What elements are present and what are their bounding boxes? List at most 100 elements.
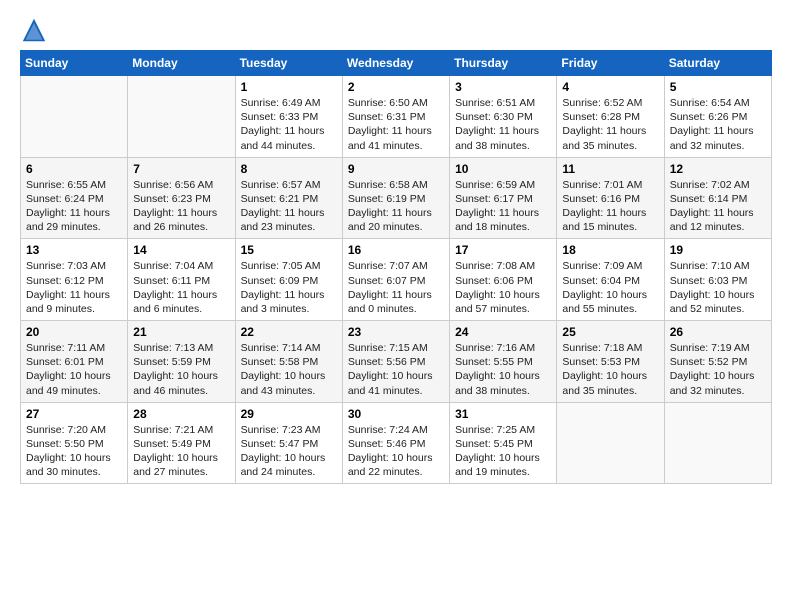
day-number: 18: [562, 243, 658, 257]
day-number: 31: [455, 407, 551, 421]
calendar-cell: 27 Sunrise: 7:20 AM Sunset: 5:50 PM Dayli…: [21, 402, 128, 484]
calendar-cell: 14 Sunrise: 7:04 AM Sunset: 6:11 PM Dayli…: [128, 239, 235, 321]
day-number: 12: [670, 162, 766, 176]
day-number: 14: [133, 243, 229, 257]
day-number: 25: [562, 325, 658, 339]
day-info: Sunrise: 7:20 AM Sunset: 5:50 PM Dayligh…: [26, 424, 111, 479]
calendar-cell: 18 Sunrise: 7:09 AM Sunset: 6:04 PM Dayli…: [557, 239, 664, 321]
calendar-cell: 23 Sunrise: 7:15 AM Sunset: 5:56 PM Dayli…: [342, 321, 449, 403]
calendar-cell: 10 Sunrise: 6:59 AM Sunset: 6:17 PM Dayli…: [450, 157, 557, 239]
day-number: 3: [455, 80, 551, 94]
day-info: Sunrise: 6:54 AM Sunset: 6:26 PM Dayligh…: [670, 97, 754, 152]
calendar-cell: 15 Sunrise: 7:05 AM Sunset: 6:09 PM Dayli…: [235, 239, 342, 321]
calendar-cell: 2Sunrise: 6:50 AM Sunset: 6:31 PM Daylig…: [342, 76, 449, 158]
calendar-cell: 26Sunrise: 7:19 AM Sunset: 5:52 PM Dayli…: [664, 321, 771, 403]
calendar-cell: 25 Sunrise: 7:18 AM Sunset: 5:53 PM Dayli…: [557, 321, 664, 403]
calendar-cell: 12 Sunrise: 7:02 AM Sunset: 6:14 PM Dayli…: [664, 157, 771, 239]
calendar-cell: 8 Sunrise: 6:57 AM Sunset: 6:21 PM Daylig…: [235, 157, 342, 239]
calendar-cell: 30Sunrise: 7:24 AM Sunset: 5:46 PM Dayli…: [342, 402, 449, 484]
day-info: Sunrise: 6:56 AM Sunset: 6:23 PM Dayligh…: [133, 179, 217, 234]
calendar-cell: 9 Sunrise: 6:58 AM Sunset: 6:19 PM Daylig…: [342, 157, 449, 239]
day-number: 22: [241, 325, 337, 339]
calendar-cell: 24 Sunrise: 7:16 AM Sunset: 5:55 PM Dayli…: [450, 321, 557, 403]
calendar-header-row: SundayMondayTuesdayWednesdayThursdayFrid…: [21, 51, 772, 76]
weekday-header: Sunday: [21, 51, 128, 76]
calendar-cell: [664, 402, 771, 484]
day-info: Sunrise: 7:25 AM Sunset: 5:45 PM Dayligh…: [455, 424, 540, 479]
day-number: 29: [241, 407, 337, 421]
calendar-cell: 3Sunrise: 6:51 AM Sunset: 6:30 PM Daylig…: [450, 76, 557, 158]
day-number: 4: [562, 80, 658, 94]
day-info: Sunrise: 7:05 AM Sunset: 6:09 PM Dayligh…: [241, 260, 325, 315]
calendar-cell: 29 Sunrise: 7:23 AM Sunset: 5:47 PM Dayli…: [235, 402, 342, 484]
day-number: 5: [670, 80, 766, 94]
day-info: Sunrise: 7:18 AM Sunset: 5:53 PM Dayligh…: [562, 342, 647, 397]
calendar-week-row: 6 Sunrise: 6:55 AM Sunset: 6:24 PM Daylig…: [21, 157, 772, 239]
page-container: SundayMondayTuesdayWednesdayThursdayFrid…: [0, 0, 792, 494]
calendar-week-row: 13Sunrise: 7:03 AM Sunset: 6:12 PM Dayli…: [21, 239, 772, 321]
day-info: Sunrise: 6:58 AM Sunset: 6:19 PM Dayligh…: [348, 179, 432, 234]
calendar-cell: 17 Sunrise: 7:08 AM Sunset: 6:06 PM Dayli…: [450, 239, 557, 321]
day-number: 11: [562, 162, 658, 176]
calendar-cell: 11Sunrise: 7:01 AM Sunset: 6:16 PM Dayli…: [557, 157, 664, 239]
day-info: Sunrise: 7:19 AM Sunset: 5:52 PM Dayligh…: [670, 342, 755, 397]
weekday-header: Friday: [557, 51, 664, 76]
day-info: Sunrise: 6:49 AM Sunset: 6:33 PM Dayligh…: [241, 97, 325, 152]
day-info: Sunrise: 6:57 AM Sunset: 6:21 PM Dayligh…: [241, 179, 325, 234]
day-number: 9: [348, 162, 444, 176]
calendar-cell: [128, 76, 235, 158]
day-number: 15: [241, 243, 337, 257]
calendar-cell: [557, 402, 664, 484]
day-info: Sunrise: 7:09 AM Sunset: 6:04 PM Dayligh…: [562, 260, 647, 315]
day-info: Sunrise: 7:16 AM Sunset: 5:55 PM Dayligh…: [455, 342, 540, 397]
day-number: 10: [455, 162, 551, 176]
logo-icon: [20, 16, 48, 44]
day-info: Sunrise: 7:24 AM Sunset: 5:46 PM Dayligh…: [348, 424, 433, 479]
day-info: Sunrise: 7:14 AM Sunset: 5:58 PM Dayligh…: [241, 342, 326, 397]
calendar-cell: 28 Sunrise: 7:21 AM Sunset: 5:49 PM Dayli…: [128, 402, 235, 484]
day-number: 1: [241, 80, 337, 94]
weekday-header: Thursday: [450, 51, 557, 76]
calendar-cell: 1 Sunrise: 6:49 AM Sunset: 6:33 PM Daylig…: [235, 76, 342, 158]
day-info: Sunrise: 7:21 AM Sunset: 5:49 PM Dayligh…: [133, 424, 218, 479]
calendar-cell: 5 Sunrise: 6:54 AM Sunset: 6:26 PM Daylig…: [664, 76, 771, 158]
day-number: 24: [455, 325, 551, 339]
calendar-cell: 19Sunrise: 7:10 AM Sunset: 6:03 PM Dayli…: [664, 239, 771, 321]
day-info: Sunrise: 7:07 AM Sunset: 6:07 PM Dayligh…: [348, 260, 432, 315]
weekday-header: Tuesday: [235, 51, 342, 76]
calendar-cell: 4 Sunrise: 6:52 AM Sunset: 6:28 PM Daylig…: [557, 76, 664, 158]
day-info: Sunrise: 7:15 AM Sunset: 5:56 PM Dayligh…: [348, 342, 433, 397]
calendar-week-row: 27 Sunrise: 7:20 AM Sunset: 5:50 PM Dayli…: [21, 402, 772, 484]
day-info: Sunrise: 7:23 AM Sunset: 5:47 PM Dayligh…: [241, 424, 326, 479]
day-info: Sunrise: 7:11 AM Sunset: 6:01 PM Dayligh…: [26, 342, 111, 397]
day-number: 2: [348, 80, 444, 94]
calendar-cell: 7 Sunrise: 6:56 AM Sunset: 6:23 PM Daylig…: [128, 157, 235, 239]
day-info: Sunrise: 6:55 AM Sunset: 6:24 PM Dayligh…: [26, 179, 110, 234]
calendar-cell: 21Sunrise: 7:13 AM Sunset: 5:59 PM Dayli…: [128, 321, 235, 403]
day-number: 6: [26, 162, 122, 176]
day-info: Sunrise: 7:03 AM Sunset: 6:12 PM Dayligh…: [26, 260, 110, 315]
day-info: Sunrise: 7:13 AM Sunset: 5:59 PM Dayligh…: [133, 342, 218, 397]
calendar-cell: 16 Sunrise: 7:07 AM Sunset: 6:07 PM Dayli…: [342, 239, 449, 321]
day-info: Sunrise: 7:08 AM Sunset: 6:06 PM Dayligh…: [455, 260, 540, 315]
logo: [20, 16, 52, 44]
day-number: 23: [348, 325, 444, 339]
day-number: 17: [455, 243, 551, 257]
day-number: 27: [26, 407, 122, 421]
day-info: Sunrise: 7:04 AM Sunset: 6:11 PM Dayligh…: [133, 260, 217, 315]
header: [20, 16, 772, 44]
weekday-header: Wednesday: [342, 51, 449, 76]
day-info: Sunrise: 7:02 AM Sunset: 6:14 PM Dayligh…: [670, 179, 754, 234]
calendar-cell: 22 Sunrise: 7:14 AM Sunset: 5:58 PM Dayli…: [235, 321, 342, 403]
weekday-header: Saturday: [664, 51, 771, 76]
calendar-cell: 31 Sunrise: 7:25 AM Sunset: 5:45 PM Dayli…: [450, 402, 557, 484]
day-info: Sunrise: 6:52 AM Sunset: 6:28 PM Dayligh…: [562, 97, 646, 152]
calendar-week-row: 20Sunrise: 7:11 AM Sunset: 6:01 PM Dayli…: [21, 321, 772, 403]
day-number: 8: [241, 162, 337, 176]
day-number: 28: [133, 407, 229, 421]
day-number: 16: [348, 243, 444, 257]
day-number: 7: [133, 162, 229, 176]
day-info: Sunrise: 6:59 AM Sunset: 6:17 PM Dayligh…: [455, 179, 539, 234]
calendar-cell: 20Sunrise: 7:11 AM Sunset: 6:01 PM Dayli…: [21, 321, 128, 403]
calendar-cell: [21, 76, 128, 158]
